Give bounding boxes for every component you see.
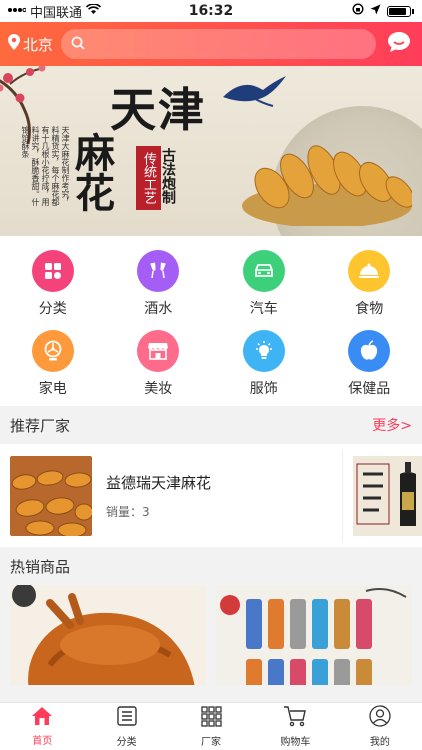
tab-vendors[interactable]: 厂家 <box>169 703 253 750</box>
banner-vertical-title: 麻花 <box>68 132 115 212</box>
vendor-list: 益德瑞天津麻花 销量：3 <box>0 444 422 547</box>
tab-label: 厂家 <box>201 737 222 748</box>
category-label: 汽车 <box>249 301 278 317</box>
tab-label: 首页 <box>32 736 53 747</box>
product-card[interactable] <box>216 585 412 685</box>
recommended-vendors-header: 推荐厂家 更多> <box>0 406 422 444</box>
status-right <box>352 3 414 19</box>
promo-banner[interactable]: 天津大麻花制作考究，料精货实，每个麻花都有十几根小花拧成，用料讲究，酥脆香甜。什… <box>0 66 422 236</box>
category-label: 保健品 <box>348 381 391 397</box>
category-label: 服饰 <box>249 381 278 397</box>
divider <box>342 449 343 542</box>
tab-category[interactable]: 分类 <box>84 703 168 750</box>
city-selector[interactable]: 北京 <box>8 34 53 55</box>
vendor-sales-label: 销量： <box>106 504 143 519</box>
more-link[interactable]: 更多> <box>372 415 412 435</box>
bottom-tab-bar: 首页 分类 厂家 购物车 我的 <box>0 702 422 750</box>
category-label: 家电 <box>38 381 67 397</box>
vendor-sales-value: 3 <box>142 504 150 519</box>
banner-title: 天津 <box>110 83 206 137</box>
vendor-name: 益德瑞天津麻花 <box>106 473 212 492</box>
store-icon <box>137 330 180 372</box>
vendor-card-2[interactable] <box>353 455 422 536</box>
liquor-set-image <box>216 585 412 685</box>
banner-tag-black: 古法炮制 <box>160 148 176 204</box>
category-item-fushi[interactable]: 服饰 <box>211 330 317 398</box>
category-item-qiche[interactable]: 汽车 <box>211 250 317 318</box>
tab-label: 购物车 <box>280 737 311 748</box>
home-icon <box>31 706 53 730</box>
section-title: 热销商品 <box>10 557 71 576</box>
category-label: 美妆 <box>144 381 173 397</box>
tab-cart[interactable]: 购物车 <box>253 703 337 750</box>
liquor-bottle-image <box>353 455 422 536</box>
map-pin-icon <box>8 34 20 54</box>
carrier-label: 中国联通 <box>30 5 83 21</box>
grid-dots-icon <box>200 705 222 731</box>
list-icon <box>116 705 138 731</box>
section-title: 推荐厂家 <box>10 416 71 435</box>
wifi-icon <box>85 2 102 19</box>
car-icon <box>242 250 285 292</box>
fan-icon <box>31 330 74 372</box>
ink-bird-illustration <box>223 76 286 107</box>
top-header: 北京 <box>0 22 422 66</box>
battery-cap <box>412 8 414 14</box>
search-input[interactable] <box>61 29 376 59</box>
location-arrow-icon <box>370 4 381 19</box>
tab-profile[interactable]: 我的 <box>338 703 422 750</box>
tab-label: 我的 <box>369 737 390 748</box>
food-cloche-icon <box>348 250 391 292</box>
category-label: 酒水 <box>144 301 173 317</box>
category-item-shiwu[interactable]: 食物 <box>317 250 422 318</box>
hot-products-header: 热销商品 <box>0 547 422 585</box>
cart-icon <box>283 705 307 731</box>
grid-icon <box>31 250 74 292</box>
hot-products-grid <box>0 585 422 685</box>
category-item-meizhuang[interactable]: 美妆 <box>106 330 212 398</box>
wine-glasses-icon <box>137 250 180 292</box>
tab-home[interactable]: 首页 <box>0 703 84 750</box>
product-card[interactable] <box>10 585 206 685</box>
category-item-jiadian[interactable]: 家电 <box>0 330 106 398</box>
category-label: 食物 <box>355 301 384 317</box>
roast-chicken-image <box>10 585 206 685</box>
city-label: 北京 <box>23 35 54 54</box>
user-icon <box>369 705 391 731</box>
category-item-baojianpin[interactable]: 保健品 <box>317 330 422 398</box>
vendor-image <box>10 455 92 536</box>
rotation-lock-icon <box>352 3 364 19</box>
mahua-food-illustration <box>242 145 412 226</box>
signal-icon <box>8 4 27 19</box>
message-button[interactable] <box>384 29 414 59</box>
category-item-fenlei[interactable]: 分类 <box>0 250 106 318</box>
lightbulb-icon <box>242 330 285 372</box>
status-left: 中国联通 <box>8 2 102 21</box>
tab-label: 分类 <box>116 737 137 748</box>
vendor-sales: 销量：3 <box>106 503 211 520</box>
status-bar: 中国联通 16:32 <box>0 0 422 22</box>
category-grid: 分类 酒水 汽车 食物 家电 美妆 服饰 保健品 <box>0 236 422 406</box>
vendor-info: 益德瑞天津麻花 销量：3 <box>106 472 211 520</box>
chat-bubble-icon <box>387 31 411 57</box>
category-label: 分类 <box>38 301 67 317</box>
vendor-card[interactable]: 益德瑞天津麻花 销量：3 <box>10 455 332 536</box>
search-icon <box>71 35 85 54</box>
category-item-jiushui[interactable]: 酒水 <box>106 250 212 318</box>
apple-icon <box>348 330 391 372</box>
battery-icon <box>387 5 411 17</box>
